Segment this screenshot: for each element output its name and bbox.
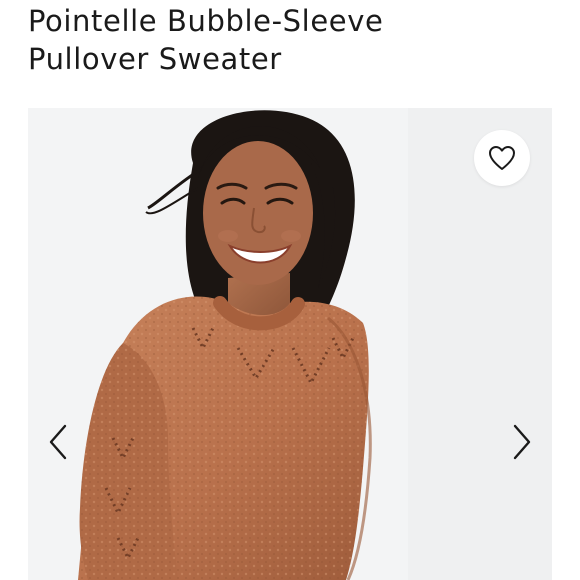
product-title-line-2: Pullover Sweater (28, 42, 282, 76)
heart-outline-icon (489, 146, 515, 170)
product-title-line-1: Pointelle Bubble-Sleeve (28, 4, 384, 38)
product-image-gallery[interactable] (28, 108, 552, 580)
chevron-left-icon (49, 424, 67, 460)
wishlist-button[interactable] (474, 130, 530, 186)
product-photo (28, 108, 552, 580)
next-image-button[interactable] (506, 420, 538, 464)
previous-image-button[interactable] (42, 420, 74, 464)
product-title: Pointelle Bubble-Sleeve Pullover Sweater (28, 2, 558, 78)
product-page: Pointelle Bubble-Sleeve Pullover Sweater (0, 0, 580, 580)
chevron-right-icon (513, 424, 531, 460)
